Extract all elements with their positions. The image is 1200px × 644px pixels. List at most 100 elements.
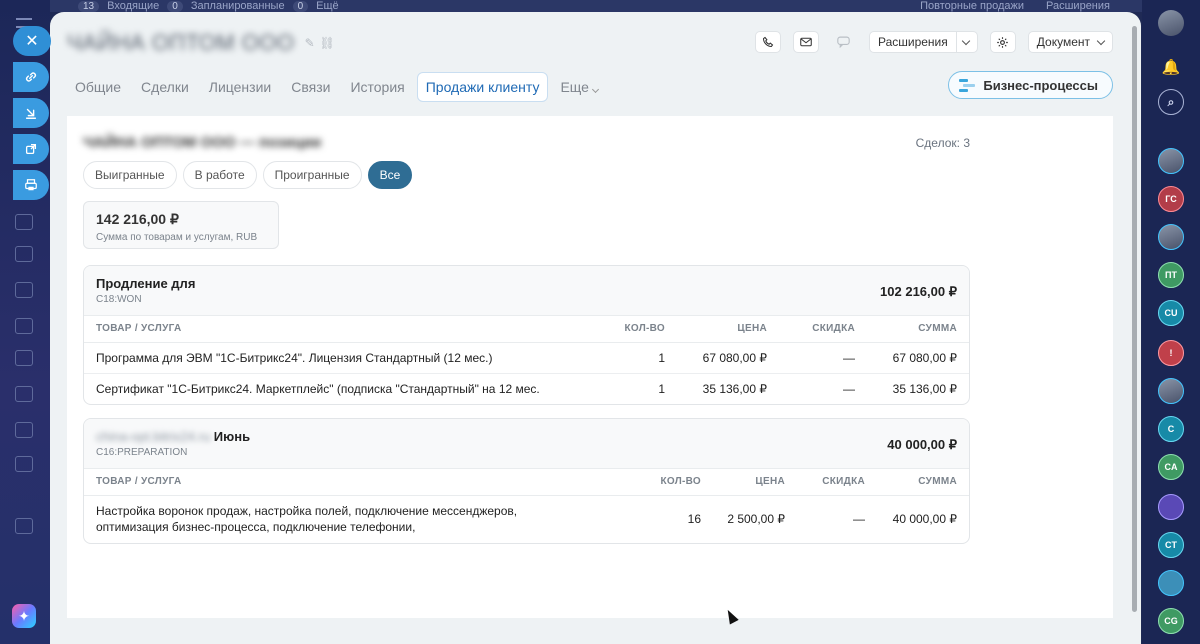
contact-avatar[interactable]: CU xyxy=(1158,300,1184,326)
column-header: ТОВАР / УСЛУГА xyxy=(84,316,587,343)
contact-avatar[interactable] xyxy=(1158,494,1184,520)
section-title: ЧАЙНА ОПТОМ ООО — позиции xyxy=(83,134,322,151)
business-process-icon xyxy=(959,78,976,92)
deal-name[interactable]: Продление для xyxy=(96,276,195,291)
contact-avatar[interactable] xyxy=(1158,570,1184,596)
table-row: Сертификат "1С-Битрикс24. Маркетплейс" (… xyxy=(84,373,969,404)
column-header: ТОВАР / УСЛУГА xyxy=(84,469,637,496)
sidebar-icon[interactable] xyxy=(15,318,33,334)
sidebar-icon[interactable] xyxy=(15,422,33,438)
filter-in-progress[interactable]: В работе xyxy=(182,161,257,189)
deal-name[interactable]: china-opt.bitrix24.ru Июнь xyxy=(96,429,250,444)
document-button[interactable]: Документ xyxy=(1027,31,1113,53)
entity-header: ЧАЙНА ОПТОМ ООО ✎ ⛓ xyxy=(67,30,335,56)
scrollbar[interactable] xyxy=(1132,26,1137,612)
external-link-icon[interactable] xyxy=(13,134,49,164)
sidebar-icon[interactable] xyxy=(15,246,33,262)
sidebar-icon[interactable] xyxy=(15,282,33,298)
deal-header[interactable]: china-opt.bitrix24.ru Июнь C16:PREPARATI… xyxy=(84,419,969,469)
business-processes-button[interactable]: Бизнес-процессы xyxy=(948,71,1113,99)
planned-label[interactable]: Запланированные xyxy=(191,0,285,12)
background-topbar: 13 Входящие 0 Запланированные 0 Ещё Повт… xyxy=(50,0,1150,12)
right-avatar-bar: 🔔 ⌕ ГС ПТ CU ! С CA CT CG xyxy=(1142,0,1200,644)
summary-card: 142 216,00 ₽ Сумма по товарам и услугам,… xyxy=(83,201,279,249)
filter-lost[interactable]: Проигранные xyxy=(262,161,362,189)
filter-won[interactable]: Выигранные xyxy=(83,161,177,189)
inbox-label[interactable]: Входящие xyxy=(107,0,159,12)
contact-avatar[interactable] xyxy=(1158,378,1184,404)
close-icon[interactable]: ✕ xyxy=(13,26,51,56)
phone-icon[interactable] xyxy=(754,31,781,53)
business-processes-label: Бизнес-процессы xyxy=(983,77,1098,93)
product-sum: 67 080,00 ₽ xyxy=(867,342,969,374)
contact-avatar[interactable]: С xyxy=(1158,416,1184,442)
contact-avatar[interactable]: ГС xyxy=(1158,186,1184,212)
column-header: СКИДКА xyxy=(779,316,867,343)
bell-icon[interactable]: 🔔 xyxy=(1158,54,1184,80)
deal-name-text: Июнь xyxy=(213,429,251,444)
edit-icon[interactable]: ✎ xyxy=(305,36,315,50)
column-header: КОЛ-ВО xyxy=(637,469,713,496)
sidebar-icon[interactable] xyxy=(15,350,33,366)
deal-products-table: ТОВАР / УСЛУГА КОЛ-ВО ЦЕНА СКИДКА СУММА … xyxy=(84,469,969,543)
chat-icon[interactable] xyxy=(831,31,857,53)
deal-total: 102 216,00 ₽ xyxy=(880,284,957,299)
table-row: Программа для ЭВМ "1С-Битрикс24". Лиценз… xyxy=(84,342,969,374)
product-sum: 35 136,00 ₽ xyxy=(892,381,957,396)
gear-icon[interactable] xyxy=(989,31,1016,53)
tab-client-sales[interactable]: Продажи клиенту xyxy=(416,72,549,102)
product-discount: — xyxy=(853,512,865,527)
deal-name-blurred: china-opt.bitrix24.ru xyxy=(96,429,211,444)
product-sum: 40 000,00 ₽ xyxy=(892,512,957,527)
tab-licenses[interactable]: Лицензии xyxy=(201,73,279,101)
extensions-label: Расширения xyxy=(877,35,948,49)
copy-link-icon[interactable]: ⛓ xyxy=(320,36,335,50)
copilot-icon[interactable]: ✦ xyxy=(12,604,36,628)
download-icon[interactable] xyxy=(13,98,49,128)
column-header: СКИДКА xyxy=(797,469,877,496)
contact-avatar[interactable]: CG xyxy=(1158,608,1184,634)
sidebar-icon[interactable] xyxy=(15,214,33,230)
deal-filters: Выигранные В работе Проигранные Все xyxy=(83,161,413,189)
tab-relations[interactable]: Связи xyxy=(283,73,338,101)
contact-avatar[interactable] xyxy=(1158,224,1184,250)
product-price: 35 136,00 ₽ xyxy=(702,381,767,396)
tab-deals[interactable]: Сделки xyxy=(133,73,197,101)
sidebar-icon[interactable] xyxy=(15,386,33,402)
print-icon[interactable] xyxy=(13,170,49,200)
tab-history[interactable]: История xyxy=(342,73,412,101)
column-header: СУММА xyxy=(877,469,969,496)
column-header: ЦЕНА xyxy=(713,469,797,496)
contact-avatar[interactable]: ! xyxy=(1158,340,1184,366)
chevron-down-icon xyxy=(591,85,599,94)
extensions-button[interactable]: Расширения xyxy=(868,31,978,53)
contact-avatar[interactable]: ПТ xyxy=(1158,262,1184,288)
entity-slider: ЧАЙНА ОПТОМ ООО ✎ ⛓ Расширения Документ … xyxy=(50,12,1141,644)
link-icon[interactable] xyxy=(13,62,49,92)
tab-general[interactable]: Общие xyxy=(67,73,129,101)
chevron-down-icon[interactable] xyxy=(955,32,971,52)
sidebar-icon[interactable] xyxy=(15,518,33,534)
contact-avatar[interactable] xyxy=(1158,148,1184,174)
extensions-bg-label[interactable]: Расширения xyxy=(1046,0,1110,12)
contact-avatar[interactable]: CT xyxy=(1158,532,1184,558)
filter-all[interactable]: Все xyxy=(367,161,413,189)
contact-avatar[interactable]: CA xyxy=(1158,454,1184,480)
chevron-down-icon xyxy=(1096,36,1106,45)
slider-side-actions: ✕ xyxy=(13,26,51,200)
deal-card: china-opt.bitrix24.ru Июнь C16:PREPARATI… xyxy=(83,418,970,544)
more-label[interactable]: Ещё xyxy=(316,0,339,12)
tab-more[interactable]: Еще xyxy=(552,73,606,101)
sidebar-icon[interactable] xyxy=(15,456,33,472)
repeat-sales-label[interactable]: Повторные продажи xyxy=(920,0,1024,12)
deal-header[interactable]: Продление для C18:WON 102 216,00 ₽ xyxy=(84,266,969,316)
product-qty: 1 xyxy=(587,342,677,374)
search-chat-icon[interactable]: ⌕ xyxy=(1158,89,1184,115)
deal-stage: C16:PREPARATION xyxy=(96,447,188,458)
user-avatar[interactable] xyxy=(1158,10,1184,36)
mail-icon[interactable] xyxy=(792,31,819,53)
product-qty: 1 xyxy=(658,381,665,396)
deal-products-table: ТОВАР / УСЛУГА КОЛ-ВО ЦЕНА СКИДКА СУММА … xyxy=(84,316,969,404)
tab-more-label: Еще xyxy=(560,79,589,95)
planned-count: 0 xyxy=(167,0,183,12)
